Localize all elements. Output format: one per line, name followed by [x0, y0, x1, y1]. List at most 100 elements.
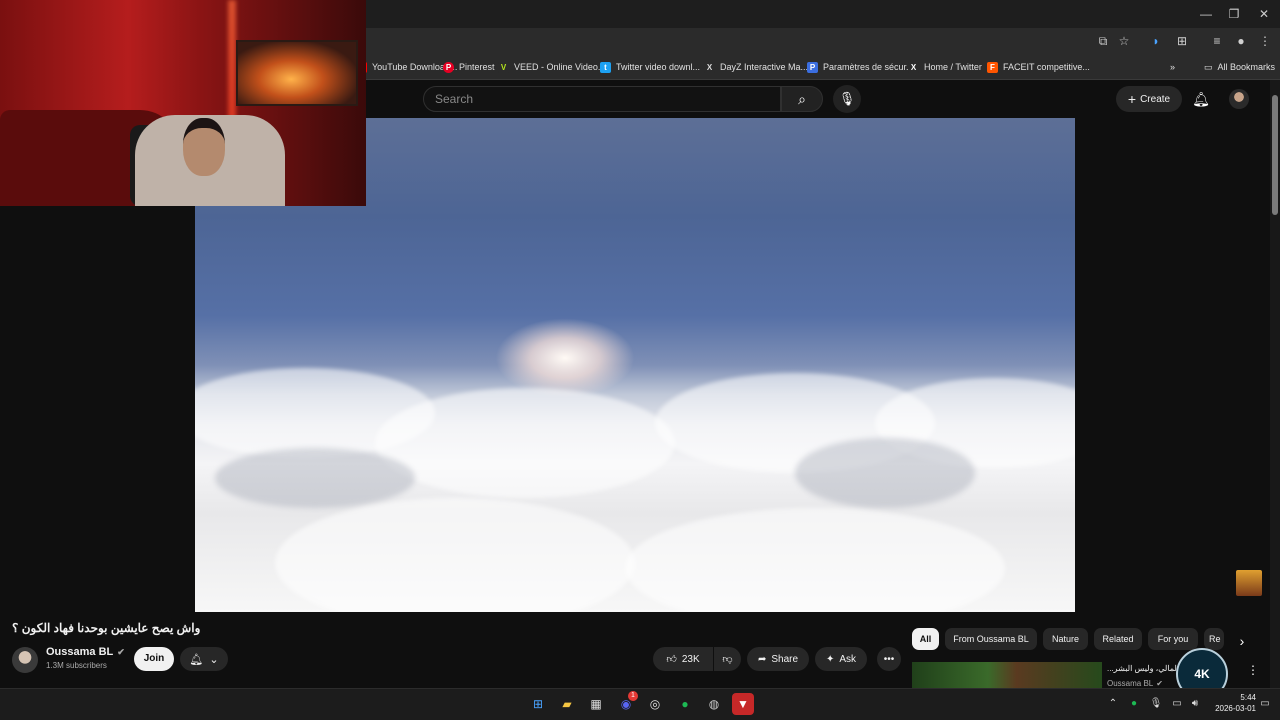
search-button[interactable]: ⌕: [781, 86, 823, 112]
clock-date: 2026-03-01: [1215, 704, 1256, 713]
video-frame-shade: [795, 438, 975, 508]
media-controls-icon[interactable]: ≡: [1208, 32, 1226, 50]
bookmark-item[interactable]: X Home / Twitter: [908, 54, 982, 80]
microsoft-store-icon[interactable]: ▦: [585, 693, 607, 715]
tray-microphone-icon[interactable]: 🎙: [1149, 697, 1163, 711]
profile-avatar-icon[interactable]: ●: [1232, 32, 1250, 50]
recommendation-title[interactable]: ...ام المالي، وليس البشر !: [1107, 664, 1187, 673]
verified-icon: ✔: [1156, 679, 1163, 688]
sparkle-icon: ✦: [825, 653, 835, 665]
bookmark-label: DayZ Interactive Ma...: [720, 62, 809, 72]
bookmark-item[interactable]: P Pinterest: [443, 54, 495, 80]
bookmarks-overflow-icon[interactable]: »: [1170, 54, 1175, 80]
create-label: Create: [1140, 93, 1171, 105]
bookmark-item[interactable]: F FACEIT competitive...: [987, 54, 1090, 80]
like-button[interactable]: 👍︎ 23K: [653, 647, 713, 671]
extensions-icon[interactable]: ⊞: [1173, 32, 1191, 50]
clock[interactable]: 5:44 2026-03-01: [1212, 692, 1256, 714]
bookmark-label: FACEIT competitive...: [1003, 62, 1090, 72]
share-button[interactable]: ➦ Share: [747, 647, 809, 671]
folder-icon: ▭: [1204, 61, 1213, 72]
bookmark-item[interactable]: X DayZ Interactive Ma...: [704, 54, 808, 80]
brave-icon[interactable]: ▼: [732, 693, 754, 715]
video-title: واش يصح عايشين بوحدنا فهاد الكون ؟: [12, 621, 201, 635]
chevron-right-icon[interactable]: ›: [1232, 631, 1252, 651]
close-icon[interactable]: ✕: [1254, 4, 1274, 24]
verified-icon: ✔: [117, 646, 125, 657]
discord-icon[interactable]: ◉ 1: [615, 691, 638, 715]
browser-menu-icon[interactable]: ⋮: [1256, 32, 1274, 50]
voice-search-button[interactable]: 🎙: [833, 85, 861, 113]
minimize-icon[interactable]: —: [1196, 4, 1216, 24]
recommendation-thumbnail[interactable]: [912, 662, 1102, 688]
chip-partial[interactable]: Re: [1204, 628, 1224, 650]
chip-nature[interactable]: Nature: [1043, 628, 1088, 650]
chevron-down-icon: ⌄: [209, 653, 219, 666]
recommendation-channel[interactable]: Oussama BL ✔: [1107, 679, 1163, 688]
spotify-icon[interactable]: ●: [674, 693, 696, 715]
network-icon[interactable]: ▭: [1170, 697, 1184, 711]
notification-badge: 1: [628, 691, 638, 701]
bookmark-label: Twitter video downl...: [616, 62, 701, 72]
more-actions-button[interactable]: •••: [877, 647, 901, 671]
install-app-icon[interactable]: ⧉: [1094, 32, 1112, 50]
bookmark-item[interactable]: P Paramètres de sécur...: [807, 54, 914, 80]
notifications-icon[interactable]: ▭: [1258, 697, 1272, 711]
chip-from-channel[interactable]: From Oussama BL: [945, 628, 1037, 650]
chip-all[interactable]: All: [912, 628, 939, 650]
video-frame-cloud: [275, 498, 635, 612]
dislike-button[interactable]: 👎︎: [714, 647, 741, 671]
video-frame-cloud: [625, 508, 1005, 612]
bookmark-item[interactable]: V VEED - Online Video...: [498, 54, 605, 80]
all-bookmarks-folder[interactable]: ▭ All Bookmarks: [1204, 54, 1275, 80]
join-button[interactable]: Join: [134, 647, 174, 671]
bookmark-label: Paramètres de sécur...: [823, 62, 914, 72]
bookmark-label: VEED - Online Video...: [514, 62, 606, 72]
plus-icon: +: [1127, 91, 1137, 107]
chip-related[interactable]: Related: [1094, 628, 1142, 650]
bell-icon: 🔔︎: [189, 653, 204, 666]
scrollbar-thumb[interactable]: [1272, 95, 1278, 215]
tray-overflow-icon[interactable]: ⌃: [1106, 697, 1120, 711]
google-settings-icon: P: [807, 61, 818, 73]
tray-app-icon[interactable]: ●: [1127, 697, 1141, 711]
obs-icon[interactable]: ◍: [703, 693, 725, 715]
webcam-overlay: [0, 0, 366, 206]
ask-label: Ask: [839, 653, 857, 665]
twitter-downloader-icon: t: [600, 61, 611, 73]
thumbs-down-icon: 👎︎: [722, 654, 733, 665]
share-icon: ➦: [757, 653, 767, 665]
volume-icon[interactable]: 🔊︎: [1188, 697, 1202, 711]
notifications-bell-icon[interactable]: 🔔︎: [1190, 88, 1212, 110]
clock-time: 5:44: [1240, 693, 1256, 702]
ask-button[interactable]: ✦ Ask: [815, 647, 867, 671]
subscription-notification-button[interactable]: 🔔︎ ⌄: [180, 647, 228, 671]
bookmark-item[interactable]: t Twitter video downl...: [600, 54, 700, 80]
account-avatar[interactable]: [1229, 89, 1249, 109]
windows-taskbar: [0, 688, 1280, 720]
thumbs-up-icon: 👍︎: [666, 654, 677, 665]
channel-name-text: Oussama BL: [46, 646, 114, 658]
more-horizontal-icon: •••: [883, 653, 895, 665]
chrome-icon[interactable]: ◎: [644, 693, 666, 715]
channel-name[interactable]: Oussama BL ✔: [46, 646, 125, 658]
subscriber-count: 1.3M subscribers: [46, 661, 107, 670]
pinterest-icon: P: [443, 61, 454, 73]
search-icon: ⌕: [798, 91, 806, 107]
share-label: Share: [771, 653, 799, 665]
windows-start-icon[interactable]: ⊞: [527, 693, 549, 715]
x-twitter-icon: X: [908, 61, 919, 73]
bookmark-star-icon[interactable]: ☆: [1115, 32, 1133, 50]
dayz-icon: X: [704, 61, 715, 73]
chip-for-you[interactable]: For you: [1148, 628, 1198, 650]
recommendation-menu-icon[interactable]: ⋮: [1246, 663, 1260, 679]
restore-icon[interactable]: ❐: [1224, 4, 1244, 24]
search-input[interactable]: Search: [423, 86, 781, 112]
webcam-fireplace-screen: [236, 40, 358, 106]
extension-audio-icon[interactable]: ◗: [1147, 32, 1165, 50]
recommendation-channel-name: Oussama BL: [1107, 679, 1154, 688]
video-watermark-avatar[interactable]: [1236, 570, 1262, 596]
file-explorer-icon[interactable]: ▰: [556, 693, 578, 715]
channel-avatar[interactable]: [12, 647, 38, 673]
create-button[interactable]: + Create: [1116, 86, 1182, 112]
